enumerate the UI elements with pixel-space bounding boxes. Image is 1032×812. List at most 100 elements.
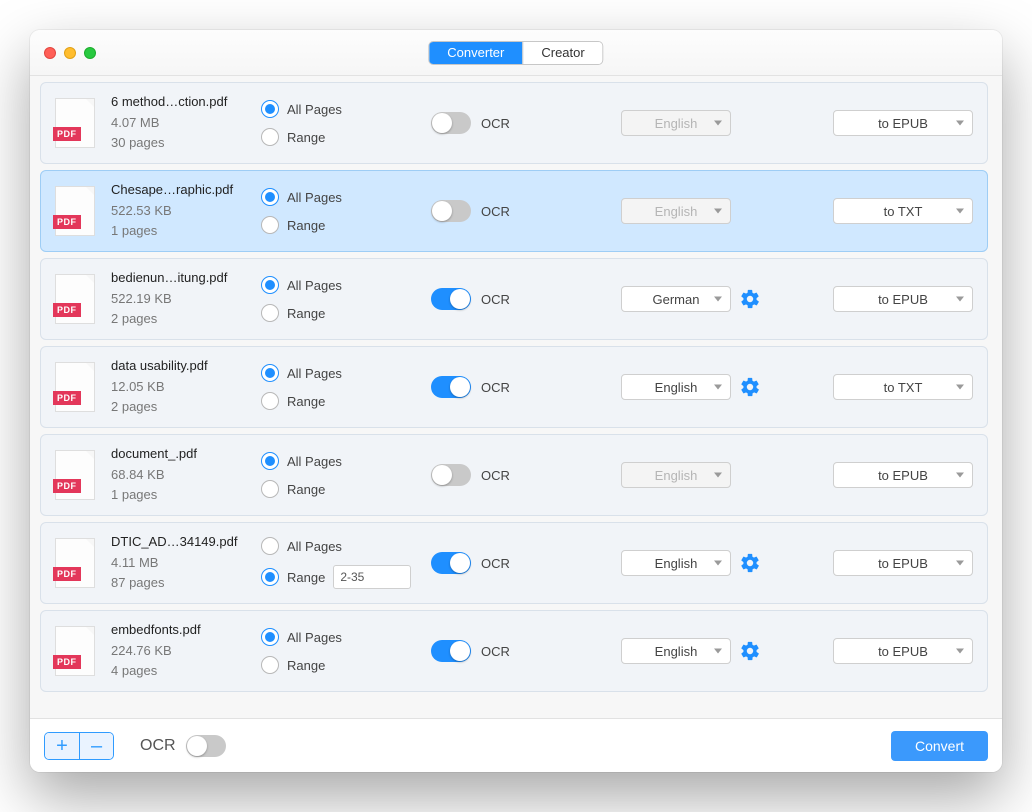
output-format-value: to EPUB <box>878 556 928 571</box>
ocr-toggle[interactable] <box>431 112 471 134</box>
ocr-control: OCR <box>431 552 621 574</box>
gear-icon[interactable] <box>739 376 761 398</box>
file-row[interactable]: 6 method…ction.pdf4.07 MB30 pagesAll Pag… <box>40 82 988 164</box>
output-format-dropdown[interactable]: to TXT <box>833 198 973 224</box>
file-name: DTIC_AD…34149.pdf <box>111 532 261 553</box>
file-size: 224.76 KB <box>111 641 261 662</box>
output-format-value: to EPUB <box>878 292 928 307</box>
output-format-dropdown[interactable]: to EPUB <box>833 110 973 136</box>
chevron-down-icon <box>956 297 964 302</box>
language-value: English <box>655 556 698 571</box>
range-input[interactable] <box>333 565 411 589</box>
output-format-value: to TXT <box>884 204 923 219</box>
output-format-dropdown[interactable]: to EPUB <box>833 638 973 664</box>
radio-all-pages[interactable] <box>261 452 279 470</box>
radio-all-pages[interactable] <box>261 364 279 382</box>
convert-button[interactable]: Convert <box>891 731 988 761</box>
file-row[interactable]: bedienun…itung.pdf522.19 KB2 pagesAll Pa… <box>40 258 988 340</box>
radio-all-pages[interactable] <box>261 628 279 646</box>
chevron-down-icon <box>714 385 722 390</box>
page-range-control: All PagesRange <box>261 537 431 589</box>
ocr-control: OCR <box>431 376 621 398</box>
radio-range[interactable] <box>261 656 279 674</box>
maximize-icon[interactable] <box>84 47 96 59</box>
radio-all-pages[interactable] <box>261 100 279 118</box>
ocr-control: OCR <box>431 288 621 310</box>
ocr-label: OCR <box>481 644 510 659</box>
radio-range[interactable] <box>261 568 279 586</box>
gear-icon[interactable] <box>739 288 761 310</box>
file-pages: 1 pages <box>111 485 261 506</box>
file-size: 4.07 MB <box>111 113 261 134</box>
chevron-down-icon <box>956 385 964 390</box>
output-format-dropdown[interactable]: to TXT <box>833 374 973 400</box>
gear-icon[interactable] <box>739 552 761 574</box>
ocr-toggle[interactable] <box>431 288 471 310</box>
ocr-toggle[interactable] <box>431 464 471 486</box>
radio-all-pages-label: All Pages <box>287 454 342 469</box>
language-value: English <box>655 468 698 483</box>
pdf-thumbnail-icon <box>55 186 95 236</box>
language-value: German <box>653 292 700 307</box>
output-format-dropdown[interactable]: to EPUB <box>833 550 973 576</box>
radio-range[interactable] <box>261 304 279 322</box>
master-ocr-toggle[interactable] <box>186 735 226 757</box>
output-format-control: to EPUB <box>813 286 973 312</box>
file-row[interactable]: Chesape…raphic.pdf522.53 KB1 pagesAll Pa… <box>40 170 988 252</box>
ocr-toggle[interactable] <box>431 200 471 222</box>
output-format-dropdown[interactable]: to EPUB <box>833 286 973 312</box>
radio-range[interactable] <box>261 216 279 234</box>
radio-range[interactable] <box>261 392 279 410</box>
page-range-control: All PagesRange <box>261 188 431 234</box>
radio-all-pages[interactable] <box>261 276 279 294</box>
ocr-control: OCR <box>431 200 621 222</box>
language-control: English <box>621 638 771 664</box>
file-row[interactable]: embedfonts.pdf224.76 KB4 pagesAll PagesR… <box>40 610 988 692</box>
file-row[interactable]: DTIC_AD…34149.pdf4.11 MB87 pagesAll Page… <box>40 522 988 604</box>
language-dropdown[interactable]: German <box>621 286 731 312</box>
minimize-icon[interactable] <box>64 47 76 59</box>
page-range-control: All PagesRange <box>261 452 431 498</box>
file-name: Chesape…raphic.pdf <box>111 180 261 201</box>
radio-range-label: Range <box>287 394 325 409</box>
ocr-toggle[interactable] <box>431 640 471 662</box>
file-pages: 2 pages <box>111 397 261 418</box>
language-control: English <box>621 462 771 488</box>
language-dropdown[interactable]: English <box>621 550 731 576</box>
file-row[interactable]: document_.pdf68.84 KB1 pagesAll PagesRan… <box>40 434 988 516</box>
page-range-control: All PagesRange <box>261 364 431 410</box>
language-dropdown[interactable]: English <box>621 374 731 400</box>
radio-all-pages[interactable] <box>261 537 279 555</box>
page-range-control: All PagesRange <box>261 628 431 674</box>
ocr-control: OCR <box>431 640 621 662</box>
remove-file-button[interactable]: – <box>79 733 113 759</box>
file-size: 522.19 KB <box>111 289 261 310</box>
language-value: English <box>655 204 698 219</box>
radio-all-pages[interactable] <box>261 188 279 206</box>
output-format-dropdown[interactable]: to EPUB <box>833 462 973 488</box>
radio-range[interactable] <box>261 480 279 498</box>
file-list-scroll[interactable]: 6 method…ction.pdf4.07 MB30 pagesAll Pag… <box>40 82 992 718</box>
file-row[interactable]: data usability.pdf12.05 KB2 pagesAll Pag… <box>40 346 988 428</box>
file-size: 68.84 KB <box>111 465 261 486</box>
language-dropdown: English <box>621 462 731 488</box>
file-info: data usability.pdf12.05 KB2 pages <box>111 356 261 418</box>
output-format-control: to EPUB <box>813 638 973 664</box>
radio-range-label: Range <box>287 130 325 145</box>
file-pages: 30 pages <box>111 133 261 154</box>
gear-icon[interactable] <box>739 640 761 662</box>
tab-creator[interactable]: Creator <box>522 42 602 64</box>
chevron-down-icon <box>956 121 964 126</box>
add-file-button[interactable]: + <box>45 733 79 759</box>
radio-range[interactable] <box>261 128 279 146</box>
close-icon[interactable] <box>44 47 56 59</box>
chevron-down-icon <box>714 473 722 478</box>
radio-all-pages-label: All Pages <box>287 539 342 554</box>
ocr-toggle[interactable] <box>431 552 471 574</box>
ocr-label: OCR <box>481 468 510 483</box>
ocr-toggle[interactable] <box>431 376 471 398</box>
tab-converter[interactable]: Converter <box>429 42 522 64</box>
language-dropdown[interactable]: English <box>621 638 731 664</box>
mode-segmented-control: Converter Creator <box>428 41 603 65</box>
add-remove-group: + – <box>44 732 114 760</box>
